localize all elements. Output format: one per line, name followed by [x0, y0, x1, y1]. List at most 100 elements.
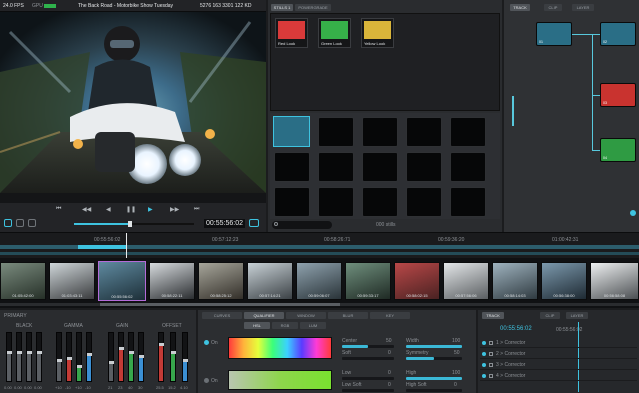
- gamma-level-meter[interactable]: [56, 332, 62, 382]
- gallery-slot[interactable]: [318, 152, 354, 182]
- node-green[interactable]: 04: [600, 138, 636, 162]
- pause-button[interactable]: ❚❚: [126, 206, 136, 213]
- gamma-blue-meter[interactable]: [86, 332, 92, 382]
- clip-thumb[interactable]: 00:56:38:00: [541, 262, 587, 300]
- still-red-look[interactable]: Red Look: [275, 18, 308, 48]
- center-slider[interactable]: [342, 345, 394, 348]
- clip-strip-scrollbar[interactable]: [0, 303, 639, 306]
- reverse-play-button[interactable]: ◀: [106, 206, 111, 213]
- offset-red-meter[interactable]: [158, 332, 164, 382]
- clip-thumb[interactable]: 01:03:43:11: [49, 262, 95, 300]
- gallery-slot[interactable]: [274, 152, 310, 182]
- tab-hsl[interactable]: HSL: [244, 322, 270, 329]
- track-visible-icon[interactable]: [482, 352, 486, 356]
- clip-thumb[interactable]: 00:57:14:21: [247, 262, 293, 300]
- low-slider[interactable]: [342, 377, 394, 380]
- clip-thumb[interactable]: 01:05:42:00: [0, 262, 46, 300]
- offset-green-meter[interactable]: [170, 332, 176, 382]
- high-slider[interactable]: [406, 377, 462, 380]
- play-button[interactable]: ▶: [148, 206, 153, 213]
- gallery-slot[interactable]: [406, 187, 442, 217]
- gain-level-meter[interactable]: [108, 332, 114, 382]
- skip-forward-button[interactable]: ⏭: [194, 206, 199, 213]
- high-soft-slider[interactable]: [406, 389, 462, 392]
- still-green-look[interactable]: Green Look: [318, 18, 351, 48]
- node-red[interactable]: 03: [600, 83, 636, 107]
- black-green-meter[interactable]: [26, 332, 32, 382]
- tab-stills[interactable]: STILLS 1: [271, 4, 293, 11]
- clip-thumb[interactable]: 00:58:14:03: [492, 262, 538, 300]
- tab-node-layer[interactable]: LAYER: [572, 4, 594, 11]
- tab-key[interactable]: KEY: [370, 312, 410, 319]
- tab-curves[interactable]: CURVES: [202, 312, 242, 319]
- mark-out-icon[interactable]: [28, 219, 36, 227]
- timeline-ruler[interactable]: 00:55:56:02 00:57:12:23 00:58:26:71 00:5…: [0, 232, 639, 259]
- track-visible-icon[interactable]: [482, 374, 486, 378]
- track-row[interactable]: 3 > Corrector: [480, 360, 637, 370]
- width-slider[interactable]: [406, 345, 462, 348]
- node-corrector-1[interactable]: 02: [600, 22, 636, 46]
- low-soft-slider[interactable]: [342, 389, 394, 392]
- tab-blur[interactable]: BLUR: [328, 312, 368, 319]
- gallery-still-selected[interactable]: [273, 116, 310, 147]
- track-visible-icon[interactable]: [482, 363, 486, 367]
- gallery-slot[interactable]: [450, 117, 486, 147]
- gallery-slot[interactable]: [318, 117, 354, 147]
- node-source[interactable]: 01: [536, 22, 572, 46]
- tab-rgb[interactable]: RGB: [272, 322, 298, 329]
- gain-red-meter[interactable]: [118, 332, 124, 382]
- track-lock-icon[interactable]: [489, 352, 493, 356]
- gamma-green-meter[interactable]: [76, 332, 82, 382]
- clip-thumb[interactable]: 00:57:56:06: [443, 262, 489, 300]
- tab-window[interactable]: WINDOW: [286, 312, 326, 319]
- track-row[interactable]: 2 > Corrector: [480, 349, 637, 359]
- saturation-gradient[interactable]: [228, 370, 332, 390]
- playhead[interactable]: [126, 233, 127, 259]
- gallery-slot[interactable]: [450, 152, 486, 182]
- gain-green-meter[interactable]: [128, 332, 134, 382]
- track-visible-icon[interactable]: [482, 341, 486, 345]
- soft-slider[interactable]: [342, 357, 394, 360]
- tab-track[interactable]: TRACK: [482, 312, 504, 319]
- black-level-meter[interactable]: [6, 332, 12, 382]
- tab-powergrade[interactable]: POWERGRADE: [295, 4, 331, 11]
- gallery-slot[interactable]: [406, 117, 442, 147]
- tab-clip[interactable]: CLIP: [540, 312, 560, 319]
- hue-spectrum[interactable]: [228, 337, 332, 359]
- black-blue-meter[interactable]: [36, 332, 42, 382]
- clip-thumb-selected[interactable]: 00:55:56:02: [98, 261, 146, 301]
- tab-layer[interactable]: LAYER: [566, 312, 588, 319]
- gallery-slot[interactable]: [362, 152, 398, 182]
- gallery-slot[interactable]: [274, 187, 310, 217]
- clip-thumb[interactable]: 00:56:58:08: [590, 262, 639, 300]
- clip-thumb[interactable]: 00:58:25:12: [198, 262, 244, 300]
- track-lock-icon[interactable]: [489, 341, 493, 345]
- fast-forward-button[interactable]: ▶▶: [170, 206, 179, 213]
- rewind-button[interactable]: ◀◀: [82, 206, 91, 213]
- gallery-slot[interactable]: [450, 187, 486, 217]
- mark-in-icon[interactable]: [16, 219, 24, 227]
- loop-icon[interactable]: [4, 219, 12, 227]
- offset-blue-meter[interactable]: [182, 332, 188, 382]
- clip-thumb[interactable]: 00:58:22:11: [149, 262, 195, 300]
- sat-enable-toggle[interactable]: [204, 378, 209, 383]
- tab-lum[interactable]: LUM: [300, 322, 326, 329]
- scrollbar-thumb[interactable]: [100, 303, 340, 306]
- viewer-options-icon[interactable]: [249, 219, 259, 227]
- tab-node-clip[interactable]: CLIP: [544, 4, 562, 11]
- clip-thumb[interactable]: 00:58:02:15: [394, 262, 440, 300]
- tab-qualifier[interactable]: QUALIFIER: [244, 312, 284, 319]
- tab-node-track[interactable]: TRACK: [510, 4, 530, 11]
- black-red-meter[interactable]: [16, 332, 22, 382]
- skip-back-button[interactable]: ⏮: [56, 206, 61, 213]
- gallery-search-input[interactable]: [272, 221, 332, 229]
- clip-thumb[interactable]: 00:59:06:07: [296, 262, 342, 300]
- scrub-bar[interactable]: [74, 221, 194, 227]
- track-lock-icon[interactable]: [489, 374, 493, 378]
- gain-blue-meter[interactable]: [138, 332, 144, 382]
- gamma-red-meter[interactable]: [66, 332, 72, 382]
- track-lock-icon[interactable]: [489, 363, 493, 367]
- scrub-handle[interactable]: [128, 221, 132, 227]
- gallery-slot[interactable]: [318, 187, 354, 217]
- hue-enable-toggle[interactable]: [204, 340, 209, 345]
